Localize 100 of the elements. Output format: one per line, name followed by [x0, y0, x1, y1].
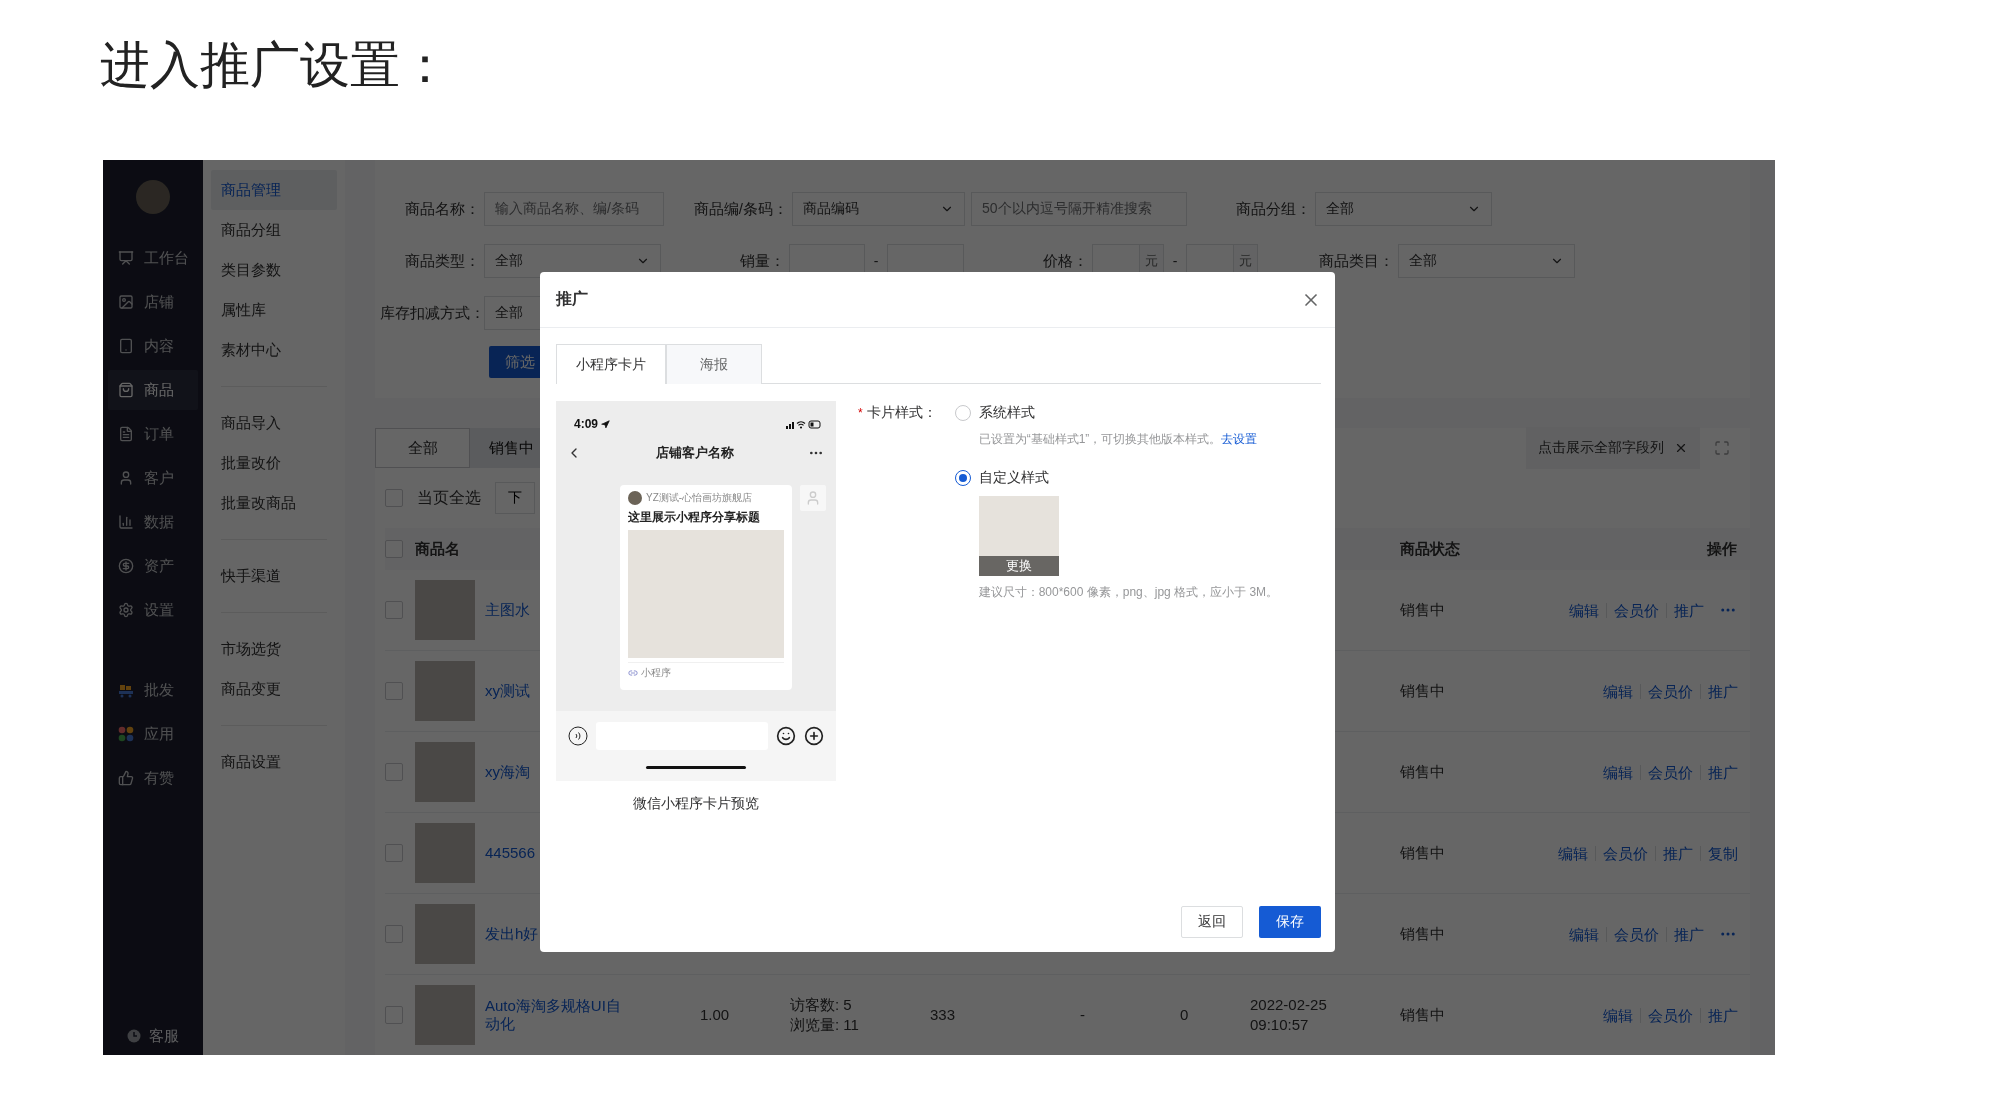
sidebar-item[interactable]: 有赞: [108, 758, 198, 798]
photo-placeholder: [415, 580, 475, 640]
chip-label: 点击展示全部字段列: [1538, 439, 1664, 457]
action-link[interactable]: 会员价: [1606, 602, 1666, 618]
action-link[interactable]: 编辑: [1550, 845, 1595, 861]
action-link[interactable]: 编辑: [1595, 764, 1640, 780]
filter-label: 商品名称：: [404, 199, 480, 219]
page-heading: 进入推广设置：: [100, 35, 450, 95]
table-cell-text: 访客数: 5 浏览量: 11: [790, 994, 860, 1035]
action-link[interactable]: 会员价: [1640, 1007, 1700, 1023]
subnav-item[interactable]: 商品变更: [211, 669, 337, 709]
status-icons-drawing: [786, 419, 822, 429]
clock-icon: [127, 1029, 141, 1043]
emoji-icon[interactable]: [776, 726, 796, 746]
action-link[interactable]: 推广: [1666, 926, 1711, 942]
action-link[interactable]: 编辑: [1561, 926, 1606, 942]
action-link[interactable]: 会员价: [1606, 926, 1666, 942]
voice-icon: [568, 726, 588, 746]
subnav-item[interactable]: 批量改商品: [211, 483, 337, 523]
sidebar-item[interactable]: 店铺: [108, 282, 198, 322]
status-cell-text: 销售中: [1400, 680, 1446, 701]
subnav-item[interactable]: 市场选货: [211, 629, 337, 669]
dialog-tab[interactable]: 小程序卡片: [556, 344, 666, 384]
required-mark: *: [858, 406, 863, 420]
subnav-item[interactable]: 素材中心: [211, 330, 337, 370]
card-footer-label: 小程序: [641, 666, 671, 680]
action-link[interactable]: 会员价: [1640, 764, 1700, 780]
select-field[interactable]: 商品编码: [792, 192, 965, 226]
product-name-link[interactable]: xy测试: [485, 682, 530, 700]
radio-option[interactable]: 自定义样式: [954, 468, 1279, 488]
chat-title: 店铺客户名称: [656, 444, 734, 462]
sidebar-item[interactable]: 数据: [108, 502, 198, 542]
settings-link[interactable]: 去设置: [1221, 432, 1258, 446]
sidebar-item[interactable]: 资产: [108, 546, 198, 586]
presentation-icon: [118, 250, 134, 266]
action-link[interactable]: 推广: [1666, 602, 1711, 618]
photo-placeholder: [415, 742, 475, 802]
plus-icon[interactable]: [804, 726, 824, 746]
photo-placeholder: [415, 985, 475, 1045]
status-cell-text: 销售中: [1400, 923, 1446, 944]
fullscreen-icon[interactable]: [1714, 440, 1730, 456]
action-link[interactable]: 编辑: [1561, 602, 1606, 618]
photo-placeholder: [415, 904, 475, 964]
sidebar-item[interactable]: 内容: [108, 326, 198, 366]
select-field[interactable]: 全部: [1315, 192, 1492, 226]
subnav-item[interactable]: 商品分组: [211, 210, 337, 250]
photo-placeholder: [415, 823, 475, 883]
select-field[interactable]: 全部: [1398, 244, 1575, 278]
back-button[interactable]: 返回: [1181, 906, 1243, 938]
subnav-item[interactable]: 属性库: [211, 290, 337, 330]
status-cell-text: 销售中: [1400, 599, 1446, 620]
replace-button[interactable]: 更换: [978, 556, 1059, 576]
sidebar-label: 商品: [144, 380, 174, 400]
support-link[interactable]: 客服: [103, 1016, 203, 1055]
filter-label: 销量：: [739, 251, 785, 271]
action-link[interactable]: 复制: [1700, 845, 1745, 861]
sidebar-label: 订单: [144, 424, 174, 444]
action-link[interactable]: 推广: [1700, 764, 1745, 780]
action-link[interactable]: 会员价: [1595, 845, 1655, 861]
filter-label: 价格：: [1042, 251, 1088, 271]
column-toggle-chip[interactable]: 点击展示全部字段列: [1526, 427, 1700, 469]
product-name-link[interactable]: 445566: [485, 844, 536, 862]
sidebar-label: 资产: [144, 556, 174, 576]
user-avatar-icon: [800, 485, 826, 511]
save-button[interactable]: 保存: [1259, 906, 1321, 938]
radio-option[interactable]: 系统样式: [954, 403, 1279, 423]
thumbs-up-icon: [118, 770, 134, 786]
subnav-item[interactable]: 快手渠道: [211, 556, 337, 596]
sidebar-item[interactable]: 批发: [108, 670, 198, 710]
action-link[interactable]: 推广: [1700, 683, 1745, 699]
bulk-action-button[interactable]: 下: [495, 482, 535, 514]
sidebar-item[interactable]: 客户: [108, 458, 198, 498]
action-link[interactable]: 编辑: [1595, 683, 1640, 699]
sidebar-item[interactable]: 商品: [108, 370, 198, 410]
product-name-link[interactable]: Auto海淘多规格UI自动化: [485, 997, 635, 1033]
action-link[interactable]: 推广: [1655, 845, 1700, 861]
sidebar-label: 店铺: [144, 292, 174, 312]
subnav-item[interactable]: 商品设置: [211, 742, 337, 782]
action-link[interactable]: 推广: [1700, 1007, 1745, 1023]
dialog-tab[interactable]: 海报: [666, 344, 762, 384]
status-cell-text: 销售中: [1400, 842, 1446, 863]
column-header: 商品名: [415, 539, 460, 559]
subnav-item[interactable]: 类目参数: [211, 250, 337, 290]
status-tab[interactable]: 全部: [375, 428, 470, 468]
subnav-item[interactable]: 商品管理: [211, 170, 337, 210]
close-icon[interactable]: [1674, 441, 1688, 455]
product-name-link[interactable]: xy海淘: [485, 763, 530, 781]
sidebar-label: 内容: [144, 336, 174, 356]
sidebar-item[interactable]: 应用: [108, 714, 198, 754]
sidebar-item[interactable]: 订单: [108, 414, 198, 454]
avatar: [136, 180, 170, 214]
subnav-item[interactable]: 商品导入: [211, 403, 337, 443]
product-name-link[interactable]: 主图水: [485, 601, 530, 619]
product-name-link[interactable]: 发出h好: [485, 925, 539, 943]
action-link[interactable]: 会员价: [1640, 683, 1700, 699]
action-link[interactable]: 编辑: [1595, 1007, 1640, 1023]
subnav-item[interactable]: 批量改价: [211, 443, 337, 483]
filter-label: 商品分组：: [1235, 199, 1311, 219]
link-icon: [628, 668, 638, 678]
hint-text: 已设置为“基础样式1”，可切换其他版本样式。去设置: [978, 431, 1259, 448]
